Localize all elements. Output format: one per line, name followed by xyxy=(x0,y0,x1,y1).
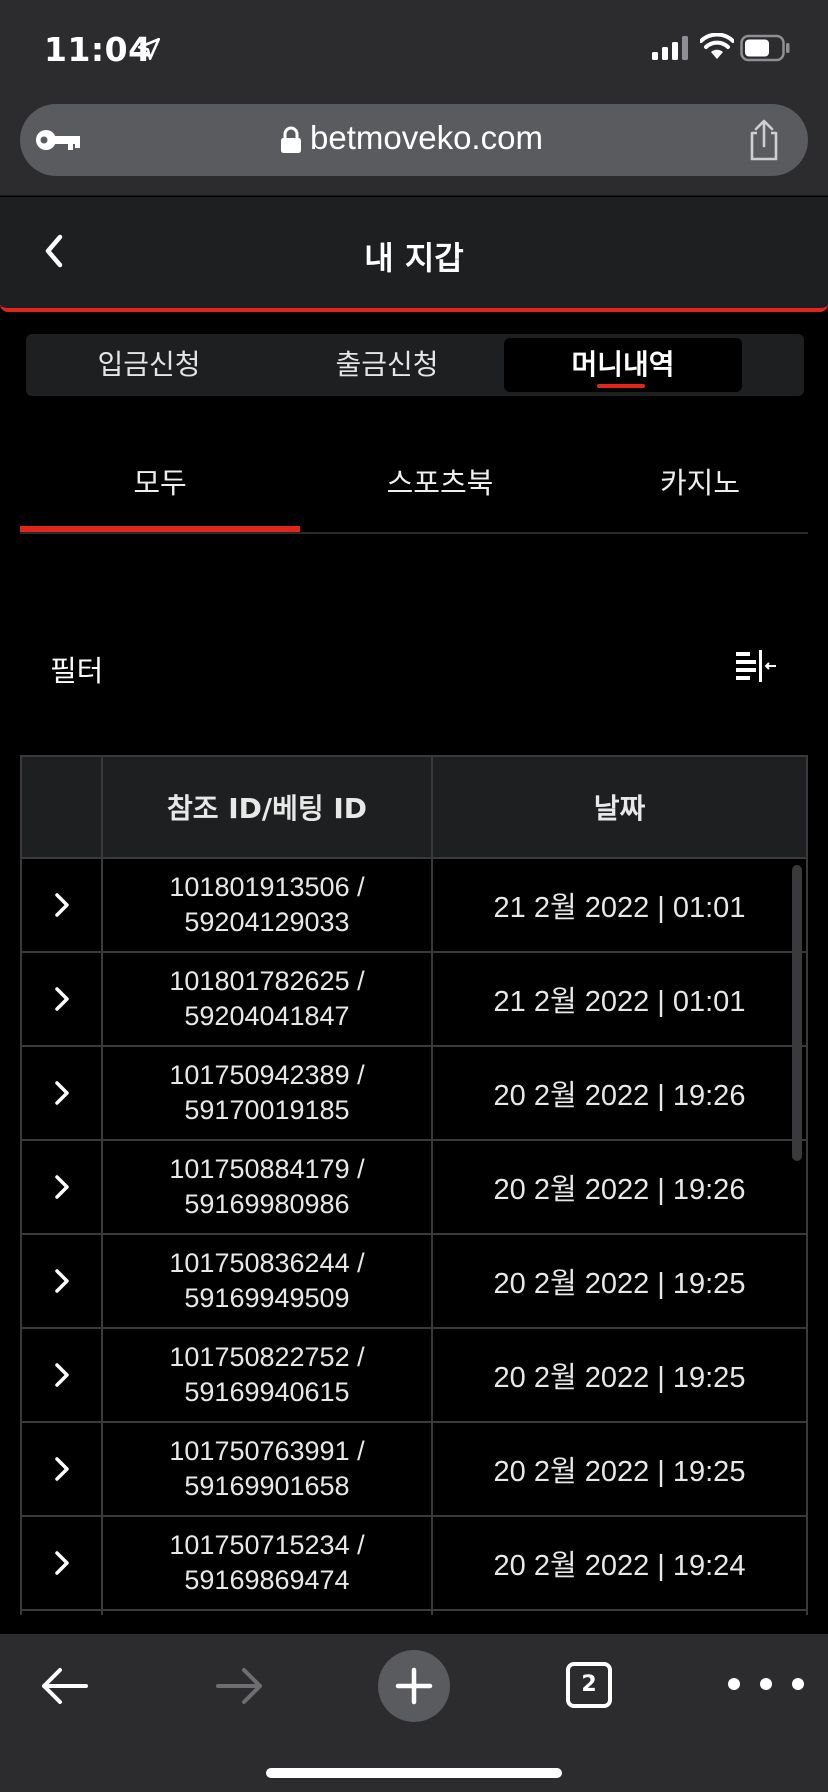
date-cell: 21 2월 2022 | 01:01 xyxy=(493,892,746,924)
page-title: 내 지갑 xyxy=(364,239,464,277)
filter-label[interactable]: 필터 xyxy=(50,648,103,690)
date-cell: 20 2월 2022 | 19:24 xyxy=(493,1550,746,1582)
column-header-date: 날짜 xyxy=(593,792,646,825)
plus-icon xyxy=(395,1667,433,1705)
location-arrow-icon xyxy=(137,37,161,61)
expand-cell[interactable] xyxy=(22,953,103,1045)
table-row[interactable]: 101750763991 / 59169901658 20 2월 2022 | 1… xyxy=(22,1421,806,1515)
table-row[interactable]: 101750836244 / 59169949509 20 2월 2022 | 1… xyxy=(22,1233,806,1327)
tab-money-history[interactable]: 머니내역 xyxy=(504,338,742,392)
bet-id: 59170019185 xyxy=(184,1095,350,1125)
tab-all[interactable]: 모두 xyxy=(20,460,300,502)
arrow-left-icon[interactable] xyxy=(38,1664,90,1708)
tab-deposit-request[interactable]: 입금신청 xyxy=(30,338,268,392)
table-row[interactable]: 101801913506 / 59204129033 21 2월 2022 | 0… xyxy=(22,857,806,951)
wallet-segment-tabs: 입금신청 출금신청 머니내역 xyxy=(26,334,804,396)
date-cell: 20 2월 2022 | 19:25 xyxy=(493,1456,746,1488)
ref-id-cell: 101750836244 / 59169949509 xyxy=(103,1235,433,1327)
ref-id-cell: 101750763991 / 59169901658 xyxy=(103,1423,433,1515)
tab-label: 머니내역 xyxy=(571,348,675,381)
chevron-right-icon[interactable] xyxy=(52,1454,72,1484)
battery-icon xyxy=(740,34,790,62)
active-tab-indicator xyxy=(597,384,645,388)
date-cell: 21 2월 2022 | 01:01 xyxy=(493,986,746,1018)
chevron-right-icon[interactable] xyxy=(52,1266,72,1296)
chevron-right-icon[interactable] xyxy=(52,1360,72,1390)
tab-label: 입금신청 xyxy=(97,348,201,381)
ref-id: 101750763991 / xyxy=(169,1436,365,1466)
expand-cell[interactable] xyxy=(22,1047,103,1139)
url-field[interactable]: betmoveko.com xyxy=(20,104,808,176)
browser-address-bar: betmoveko.com xyxy=(0,98,828,196)
bet-id: 59169901658 xyxy=(184,1471,350,1501)
tab-sportsbook[interactable]: 스포츠북 xyxy=(300,460,580,502)
status-bar: 11:04 xyxy=(0,0,828,98)
ref-id-cell: 101750822752 / 59169940615 xyxy=(103,1329,433,1421)
chevron-right-icon[interactable] xyxy=(52,1172,72,1202)
bet-id: 59204041847 xyxy=(184,1001,350,1031)
bet-id: 59169980986 xyxy=(184,1189,350,1219)
date-cell: 20 2월 2022 | 19:25 xyxy=(493,1362,746,1394)
chevron-right-icon[interactable] xyxy=(52,1078,72,1108)
chevron-right-icon[interactable] xyxy=(52,890,72,920)
url-text: betmoveko.com xyxy=(310,119,543,156)
date-cell: 20 2월 2022 | 19:25 xyxy=(493,1268,746,1300)
wallet-header: 내 지갑 xyxy=(0,197,828,312)
bet-id: 59169940615 xyxy=(184,1377,350,1407)
table-row[interactable]: 101750942389 / 59170019185 20 2월 2022 | 1… xyxy=(22,1045,806,1139)
wifi-icon xyxy=(700,33,734,59)
expand-cell[interactable] xyxy=(22,859,103,951)
ref-id-cell: 101801913506 / 59204129033 xyxy=(103,859,433,951)
ref-id: 101750836244 / xyxy=(169,1248,365,1278)
expand-cell[interactable] xyxy=(22,1141,103,1233)
table-row[interactable]: 101801782625 / 59204041847 21 2월 2022 | 0… xyxy=(22,951,806,1045)
date-cell: 20 2월 2022 | 19:26 xyxy=(493,1080,746,1112)
table-header: 참조 ID/베팅 ID 날짜 xyxy=(22,755,806,857)
tabs-button[interactable]: 2 xyxy=(566,1662,612,1708)
active-category-indicator xyxy=(20,526,300,532)
expand-cell[interactable] xyxy=(22,1235,103,1327)
date-cell: 20 2월 2022 | 19:26 xyxy=(493,1174,746,1206)
lock-icon xyxy=(281,126,301,153)
filter-icon[interactable] xyxy=(732,646,778,686)
ref-id: 101801913506 / xyxy=(169,872,365,902)
money-history-table: 참조 ID/베팅 ID 날짜 101801913506 / 59204129033… xyxy=(20,755,808,1615)
new-tab-button[interactable] xyxy=(378,1650,450,1722)
ref-id: 101801782625 / xyxy=(169,966,365,996)
chevron-right-icon[interactable] xyxy=(52,984,72,1014)
ref-id-cell: 101801782625 / 59204041847 xyxy=(103,953,433,1045)
tab-withdraw-request[interactable]: 출금신청 xyxy=(268,338,506,392)
expand-cell[interactable] xyxy=(22,1329,103,1421)
home-indicator xyxy=(266,1768,562,1778)
ref-id: 101750884179 / xyxy=(169,1154,365,1184)
ref-id: 101750715234 / xyxy=(169,1530,365,1560)
table-row-partial xyxy=(22,1609,806,1615)
expand-cell[interactable] xyxy=(22,1517,103,1609)
bet-id: 59204129033 xyxy=(184,907,350,937)
table-row[interactable]: 101750884179 / 59169980986 20 2월 2022 | 1… xyxy=(22,1139,806,1233)
signal-icon xyxy=(652,36,688,60)
more-icon[interactable] xyxy=(724,1674,808,1694)
key-icon[interactable] xyxy=(34,124,82,156)
table-scrollbar[interactable] xyxy=(792,865,802,1161)
category-tabs: 모두 스포츠북 카지노 xyxy=(20,440,808,534)
column-header-ref-id: 참조 ID/베팅 ID xyxy=(103,757,433,857)
bet-id: 59169869474 xyxy=(184,1565,350,1595)
table-row[interactable]: 101750822752 / 59169940615 20 2월 2022 | 1… xyxy=(22,1327,806,1421)
ref-id: 101750942389 / xyxy=(169,1060,365,1090)
browser-toolbar: 2 xyxy=(0,1634,828,1792)
tab-label: 출금신청 xyxy=(335,348,439,381)
arrow-right-icon[interactable] xyxy=(214,1664,266,1708)
ref-id-cell: 101750942389 / 59170019185 xyxy=(103,1047,433,1139)
ref-id-cell: 101750884179 / 59169980986 xyxy=(103,1141,433,1233)
share-icon[interactable] xyxy=(744,118,784,162)
tab-casino[interactable]: 카지노 xyxy=(600,460,800,502)
ref-id: 101750822752 / xyxy=(169,1342,365,1372)
column-header-expand xyxy=(22,757,103,857)
bet-id: 59169949509 xyxy=(184,1283,350,1313)
chevron-right-icon[interactable] xyxy=(52,1548,72,1578)
table-row[interactable]: 101750715234 / 59169869474 20 2월 2022 | 1… xyxy=(22,1515,806,1609)
expand-cell[interactable] xyxy=(22,1423,103,1515)
ref-id-cell: 101750715234 / 59169869474 xyxy=(103,1517,433,1609)
